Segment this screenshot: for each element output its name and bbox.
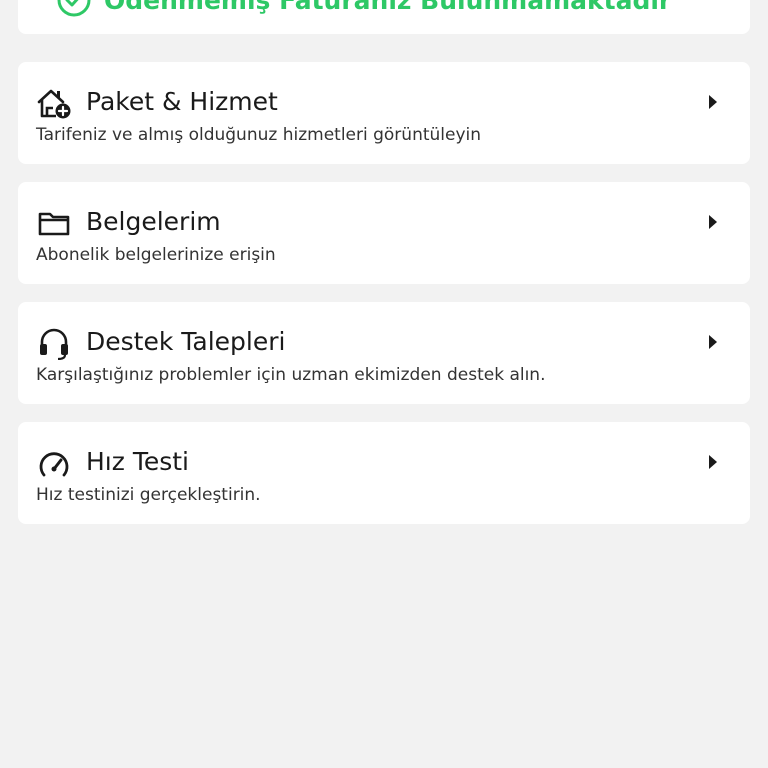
menu-item-subtitle: Abonelik belgelerinize erişin [36,245,276,265]
home-add-icon [37,89,71,119]
chevron-right-icon [709,95,717,109]
chevron-right-icon [709,455,717,469]
menu-item-title: Hız Testi [86,447,189,476]
speedometer-icon [39,452,69,477]
chevron-right-icon [709,335,717,349]
menu-item-documents[interactable]: Belgelerim Abonelik belgelerinize erişin [18,182,750,284]
headset-icon [40,328,68,360]
chevron-right-icon [709,215,717,229]
menu-item-subtitle: Karşılaştığınız problemler için uzman ek… [36,365,546,385]
menu-item-support-requests[interactable]: Destek Talepleri Karşılaştığınız problem… [18,302,750,404]
menu-item-title: Destek Talepleri [86,327,286,356]
unpaid-invoice-status-card: Ödenmemiş Faturanız Bulunmamaktadır [18,0,750,34]
menu-item-subtitle: Hız testinizi gerçekleştirin. [36,485,261,505]
screen: Ödenmemiş Faturanız Bulunmamaktadır Pake… [0,0,768,768]
status-message: Ödenmemiş Faturanız Bulunmamaktadır [104,0,672,15]
check-circle-icon [57,0,91,17]
menu-item-package-service[interactable]: Paket & Hizmet Tarifeniz ve almış olduğu… [18,62,750,164]
menu-item-title: Paket & Hizmet [86,87,278,116]
menu-item-title: Belgelerim [86,207,221,236]
menu-item-subtitle: Tarifeniz ve almış olduğunuz hizmetleri … [36,125,482,145]
menu-item-speed-test[interactable]: Hız Testi Hız testinizi gerçekleştirin. [18,422,750,524]
folder-icon [38,212,70,236]
